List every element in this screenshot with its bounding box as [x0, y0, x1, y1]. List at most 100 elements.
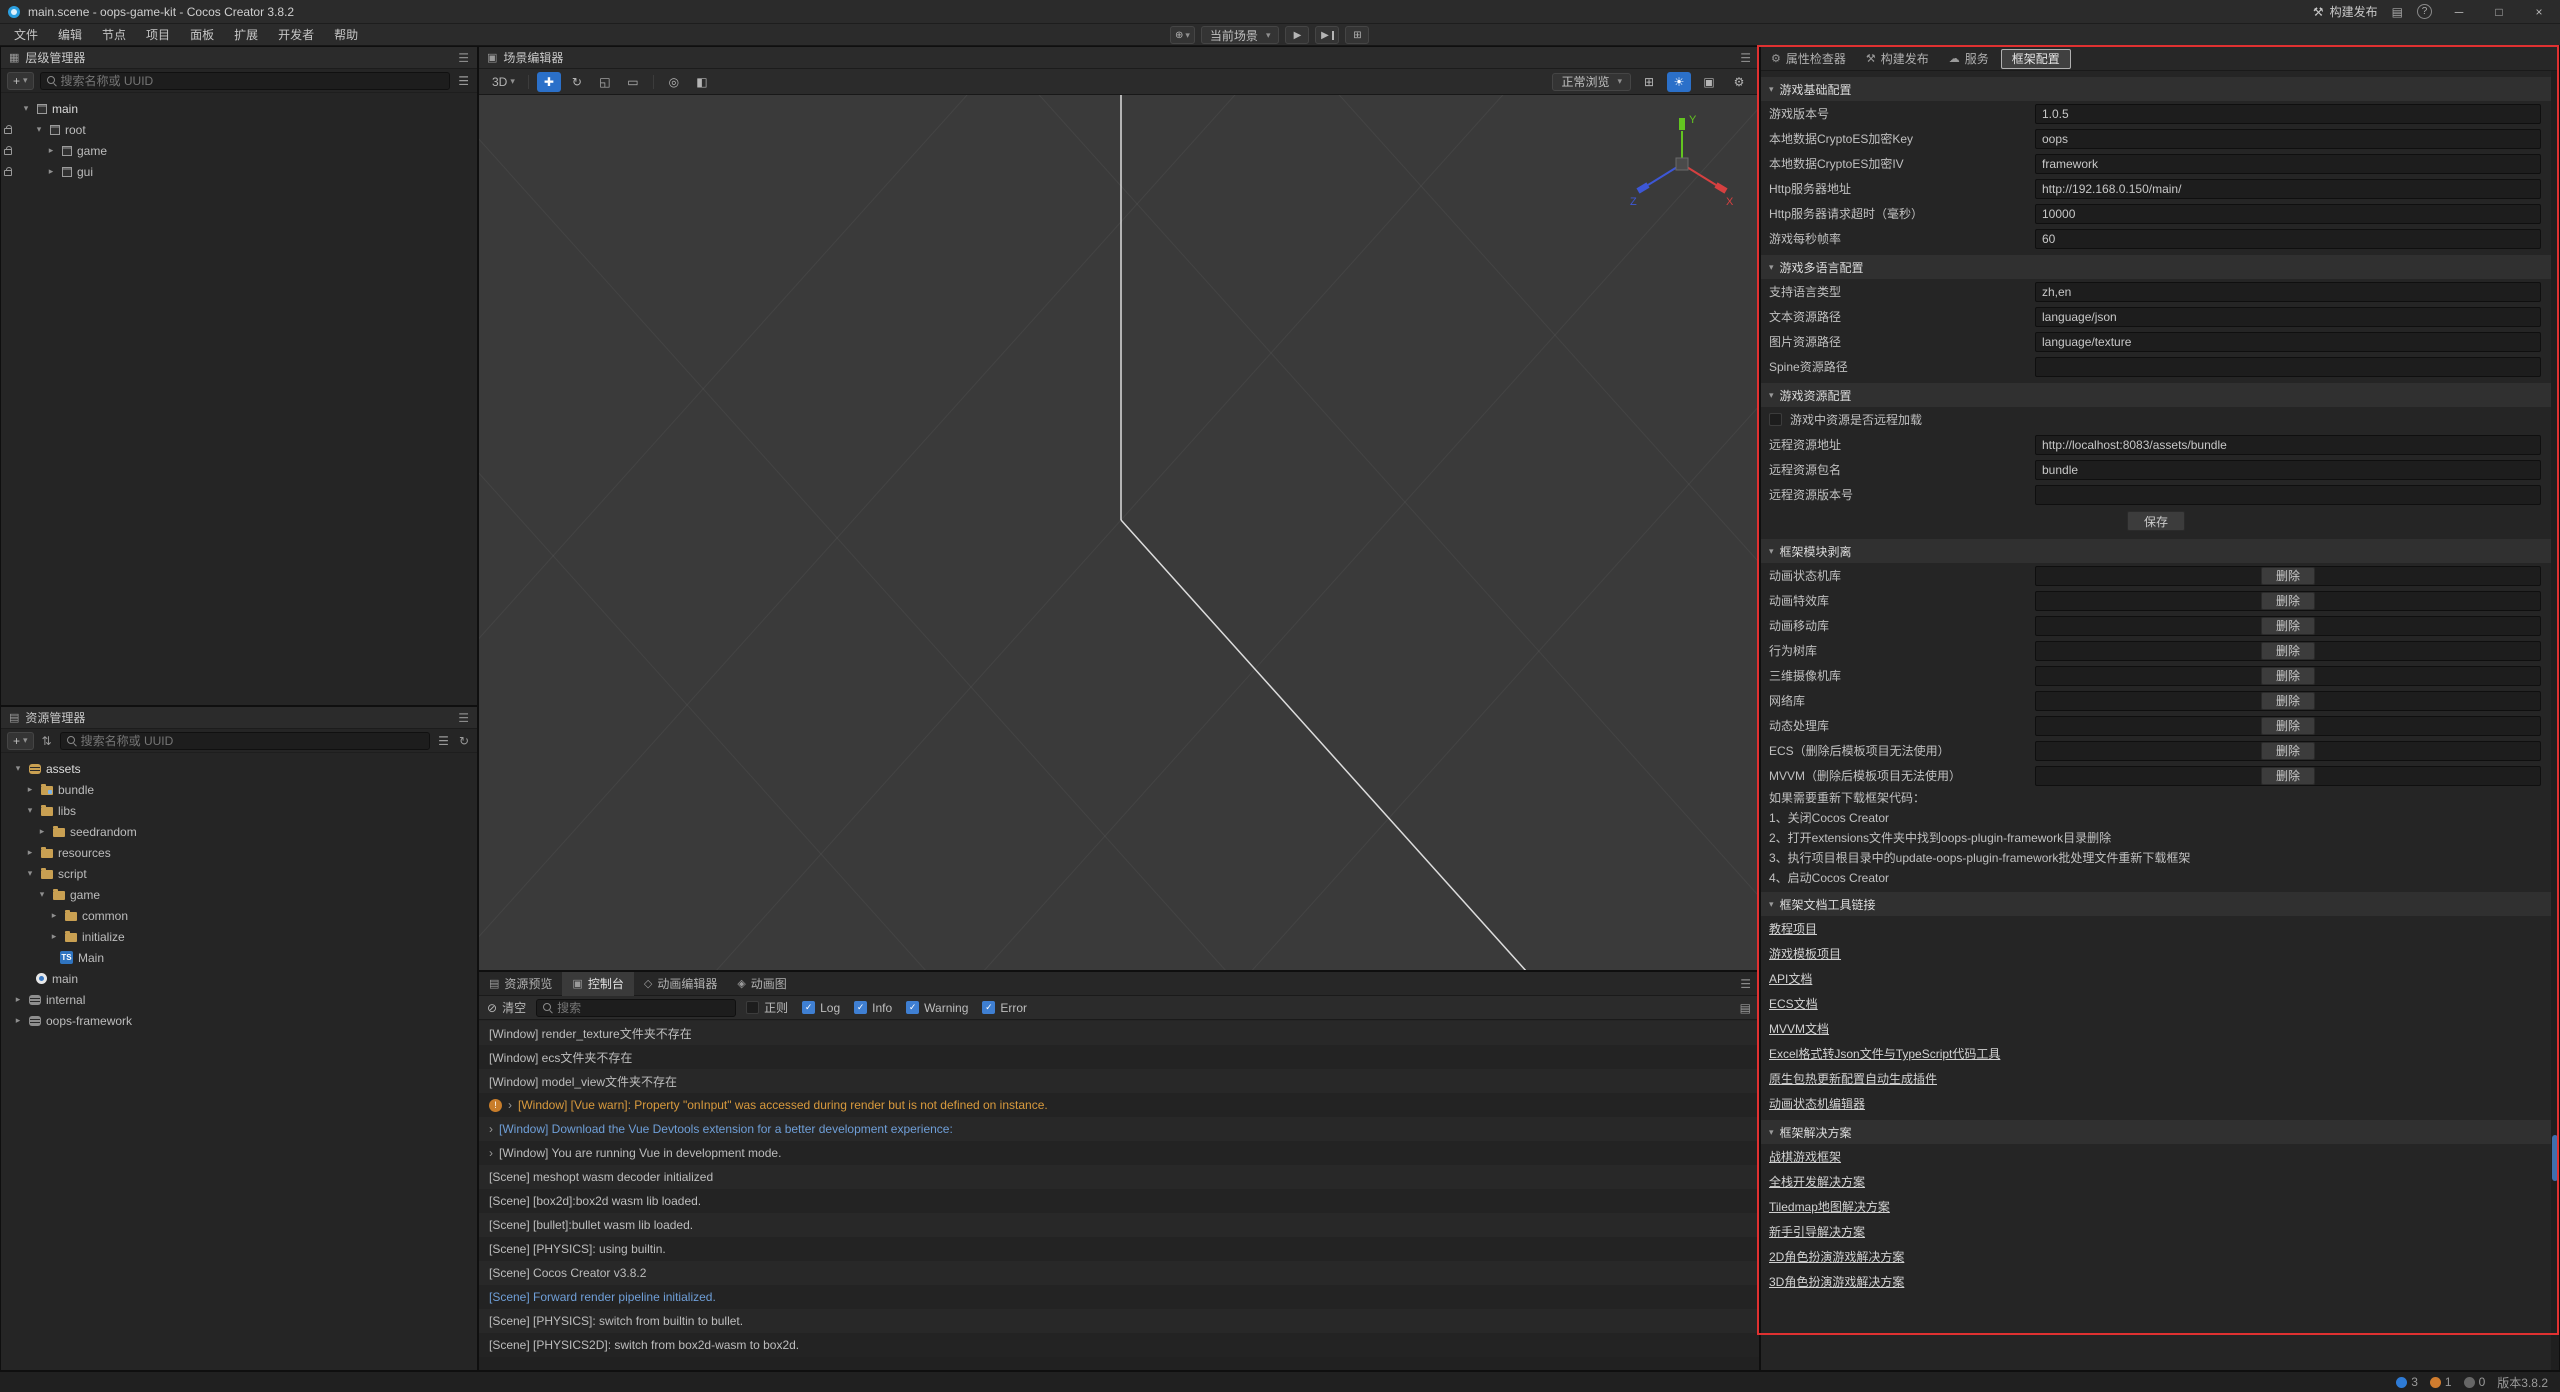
package-icon[interactable]: ▤ [2392, 5, 2403, 19]
panel-menu-icon[interactable]: ☰ [1740, 51, 1751, 65]
asset-file-main-scene[interactable]: main [1, 968, 477, 989]
section-header[interactable]: ▾ 框架解决方案 [1761, 1120, 2551, 1144]
play-button[interactable]: ▶ [1285, 26, 1309, 44]
warning-count-badge[interactable]: 1 [2430, 1375, 2452, 1389]
collapse-arrow-icon[interactable]: ▸ [12, 1015, 24, 1026]
doc-link[interactable]: 游戏模板项目 [1761, 941, 2551, 966]
delete-button[interactable]: 删除 [2261, 742, 2315, 760]
close-button[interactable]: × [2526, 5, 2552, 19]
log-detail-icon[interactable]: ▤ [1740, 1001, 1751, 1015]
log-row[interactable]: ! › [Scene] Cocos Creator v3.8.2 [479, 1261, 1759, 1285]
property-input[interactable] [2035, 485, 2541, 505]
rect-tool-button[interactable]: ▭ [621, 72, 645, 92]
collapse-arrow-icon[interactable]: ▸ [12, 994, 24, 1005]
delete-button[interactable]: 删除 [2261, 692, 2315, 710]
property-input[interactable]: http://192.168.0.150/main/ [2035, 179, 2541, 199]
solution-link[interactable]: 新手引导解决方案 [1761, 1219, 2551, 1244]
expand-arrow-icon[interactable]: ▾ [33, 124, 45, 135]
hierarchy-header[interactable]: ▦ 层级管理器 ☰ [1, 47, 477, 69]
collapse-arrow-icon[interactable]: ▸ [24, 847, 36, 858]
asset-folder-game[interactable]: ▾ game [1, 884, 477, 905]
doc-link[interactable]: MVVM文档 [1761, 1016, 2551, 1041]
collapse-arrow-icon[interactable]: ▸ [48, 931, 60, 942]
expand-arrow-icon[interactable]: ▾ [36, 889, 48, 900]
step-button[interactable]: ▶ [1315, 26, 1339, 44]
lock-icon[interactable] [1, 167, 15, 176]
property-input[interactable]: 60 [2035, 229, 2541, 249]
property-input[interactable]: oops [2035, 129, 2541, 149]
property-input[interactable]: http://localhost:8083/assets/bundle [2035, 435, 2541, 455]
menu-item[interactable]: 扩展 [224, 26, 268, 43]
property-input[interactable] [2035, 357, 2541, 377]
log-row[interactable]: ! › [Window] model_view文件夹不存在 [479, 1069, 1759, 1093]
log-row[interactable]: ! › [Scene] [box2d]:box2d wasm lib loade… [479, 1189, 1759, 1213]
asset-folder-script[interactable]: ▾ script [1, 863, 477, 884]
scene-settings-button[interactable]: ⚙ [1727, 72, 1751, 92]
asset-folder-seedrandom[interactable]: ▸ seedrandom [1, 821, 477, 842]
collapse-arrow-icon[interactable]: ▸ [48, 910, 60, 921]
panel-menu-icon[interactable]: ☰ [1740, 977, 1751, 991]
hierarchy-search-input[interactable] [61, 74, 444, 88]
scrollbar[interactable] [2551, 71, 2559, 1370]
property-input[interactable]: framework [2035, 154, 2541, 174]
menu-item[interactable]: 编辑 [48, 26, 92, 43]
coordinate-space-button[interactable]: ◧ [690, 72, 714, 92]
asset-folder-resources[interactable]: ▸ resources [1, 842, 477, 863]
menu-item[interactable]: 开发者 [268, 26, 324, 43]
delete-button[interactable]: 删除 [2261, 717, 2315, 735]
filter-checkbox[interactable]: ✓ [802, 1001, 815, 1014]
camera-preview-button[interactable]: ▣ [1697, 72, 1721, 92]
asset-db-internal[interactable]: ▸ internal [1, 989, 477, 1010]
expand-arrow-icon[interactable]: › [508, 1098, 512, 1112]
lock-icon[interactable] [1, 146, 15, 155]
tab-animation-editor[interactable]: ◇ 动画编辑器 [634, 972, 727, 996]
solution-link[interactable]: 战棋游戏框架 [1761, 1144, 2551, 1169]
menu-item[interactable]: 项目 [136, 26, 180, 43]
view-mode-select[interactable]: 正常浏览 ▾ [1552, 73, 1631, 91]
expand-arrow-icon[interactable]: › [489, 1122, 493, 1136]
create-node-button[interactable]: + ▾ [7, 72, 34, 90]
doc-link[interactable]: 原生包热更新配置自动生成插件 [1761, 1066, 2551, 1091]
scrollbar-thumb[interactable] [2552, 1135, 2558, 1181]
assets-search-input[interactable] [81, 734, 424, 748]
menu-item[interactable]: 帮助 [324, 26, 368, 43]
dimension-toggle[interactable]: 3D ▾ [487, 72, 520, 92]
delete-button[interactable]: 删除 [2261, 617, 2315, 635]
delete-button[interactable]: 删除 [2261, 767, 2315, 785]
hierarchy-node-gui[interactable]: ▸ gui [1, 161, 477, 182]
filter-checkbox[interactable]: ✓ [906, 1001, 919, 1014]
property-input[interactable]: language/json [2035, 307, 2541, 327]
grid-toggle-button[interactable]: ⊞ [1637, 72, 1661, 92]
expand-arrow-icon[interactable]: ▾ [20, 103, 32, 114]
tab-animation-graph[interactable]: ◈ 动画图 [727, 972, 796, 996]
collapse-arrow-icon[interactable]: ▸ [45, 145, 57, 156]
solution-link[interactable]: 2D角色扮演游戏解决方案 [1761, 1244, 2551, 1269]
doc-link[interactable]: API文档 [1761, 966, 2551, 991]
doc-link[interactable]: 教程项目 [1761, 916, 2551, 941]
log-filter[interactable]: ✓ Log [802, 1001, 840, 1015]
scale-tool-button[interactable]: ◱ [593, 72, 617, 92]
asset-folder-libs[interactable]: ▾ libs [1, 800, 477, 821]
section-header[interactable]: ▾ 框架文档工具链接 [1761, 892, 2551, 916]
rotate-tool-button[interactable]: ↻ [565, 72, 589, 92]
log-filter[interactable]: ✓ Warning [906, 1001, 968, 1015]
help-icon[interactable]: ? [2417, 4, 2432, 19]
log-row[interactable]: ! › [Scene] [PHYSICS]: switch from built… [479, 1309, 1759, 1333]
error-count-badge[interactable]: 0 [2464, 1375, 2486, 1389]
asset-db-oops-framework[interactable]: ▸ oops-framework [1, 1010, 477, 1031]
log-row[interactable]: ! › [Window] Download the Vue Devtools e… [479, 1117, 1759, 1141]
property-input[interactable]: zh,en [2035, 282, 2541, 302]
scene-header[interactable]: ▣ 场景编辑器 ☰ [479, 47, 1759, 69]
doc-link[interactable]: ECS文档 [1761, 991, 2551, 1016]
log-filter[interactable]: ✓ Error [982, 1001, 1027, 1015]
hierarchy-node-root[interactable]: ▾ root [1, 119, 477, 140]
filter-checkbox[interactable]: ✓ [746, 1001, 759, 1014]
log-search-input[interactable] [557, 1001, 729, 1015]
expand-arrow-icon[interactable]: › [489, 1146, 493, 1160]
filter-icon[interactable]: ☰ [456, 74, 471, 88]
log-row[interactable]: ! › [Window] You are running Vue in deve… [479, 1141, 1759, 1165]
asset-file-main-ts[interactable]: TS Main [1, 947, 477, 968]
panel-menu-icon[interactable]: ☰ [458, 51, 469, 65]
log-filter[interactable]: ✓ Info [854, 1001, 892, 1015]
section-header[interactable]: ▾ 游戏基础配置 [1761, 77, 2551, 101]
